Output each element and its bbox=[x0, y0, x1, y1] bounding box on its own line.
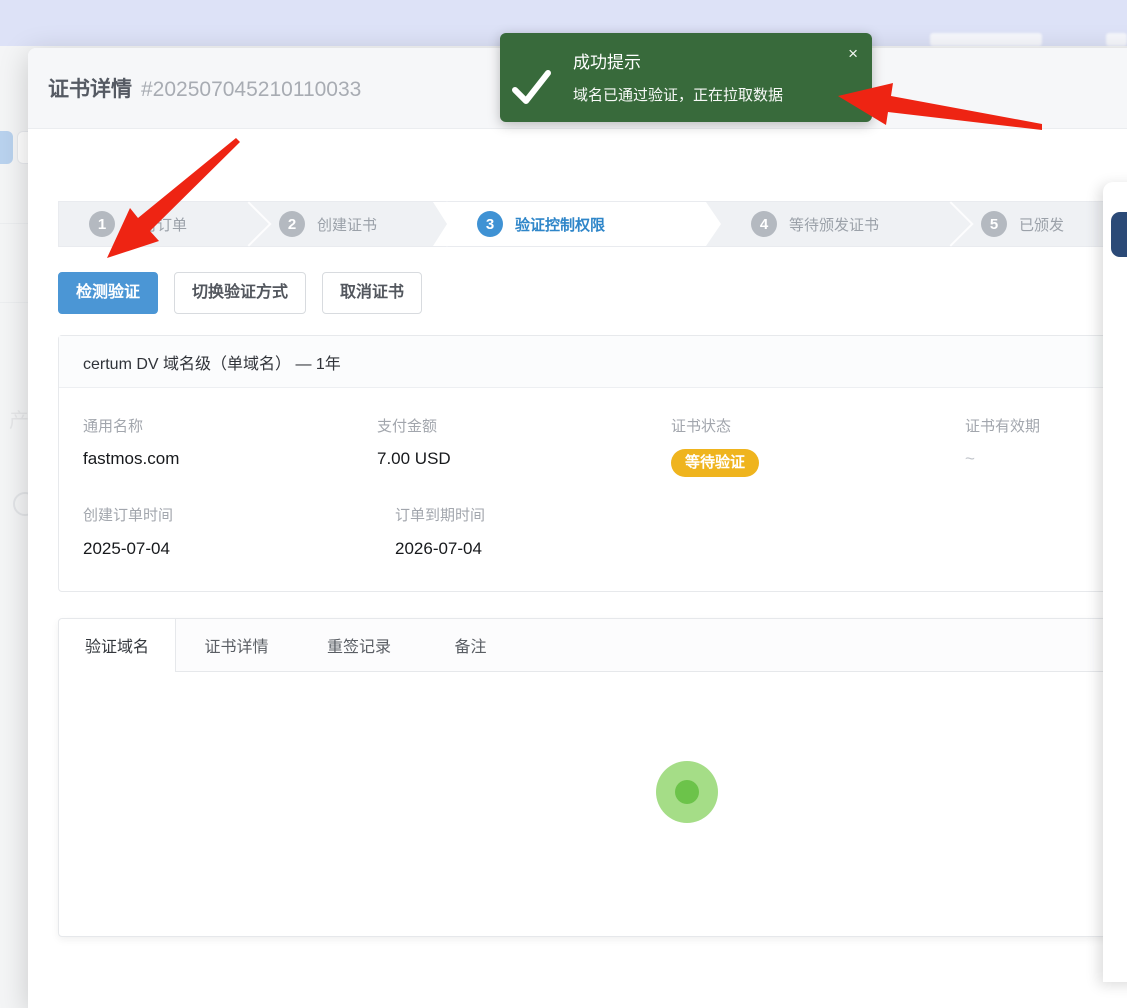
step-pay-order: 1 支付订单 bbox=[59, 202, 249, 246]
obscured-header-text bbox=[1106, 33, 1127, 46]
field-cert-status: 证书状态 等待验证 bbox=[671, 418, 965, 477]
side-panel bbox=[1103, 182, 1127, 982]
field-row: 通用名称 fastmos.com 支付金额 7.00 USD 证书状态 等待验证 bbox=[83, 418, 1127, 477]
step-label: 支付订单 bbox=[127, 214, 187, 235]
certificate-info-card: certum DV 域名级（单域名） — 1年 通用名称 fastmos.com… bbox=[58, 335, 1127, 592]
certificate-detail-modal: 证书详情 #202507045210110033 1 支付订单 2 创建证书 3 … bbox=[28, 48, 1127, 1008]
page-title: 证书详情 #202507045210110033 bbox=[48, 73, 361, 103]
order-number: #202507045210110033 bbox=[141, 78, 361, 101]
step-label: 等待颁发证书 bbox=[789, 214, 879, 235]
side-panel-button[interactable] bbox=[1111, 212, 1127, 257]
certificate-fields: 通用名称 fastmos.com 支付金额 7.00 USD 证书状态 等待验证 bbox=[59, 388, 1127, 591]
step-number-badge: 4 bbox=[751, 211, 777, 237]
step-number-badge: 1 bbox=[89, 211, 115, 237]
action-bar: 检测验证 切换验证方式 取消证书 bbox=[58, 272, 1127, 314]
step-wait-issue: 4 等待颁发证书 bbox=[721, 202, 951, 246]
status-badge: 等待验证 bbox=[671, 449, 759, 477]
loading-spinner bbox=[656, 761, 718, 823]
product-title: certum DV 域名级（单域名） — 1年 bbox=[59, 336, 1127, 388]
field-value: 2026-07-04 bbox=[395, 539, 707, 559]
background-text-fragment: 产 bbox=[9, 404, 29, 433]
field-common-name: 通用名称 fastmos.com bbox=[83, 418, 377, 477]
step-number-badge: 3 bbox=[477, 211, 503, 237]
tab-cert-details[interactable]: 证书详情 bbox=[176, 619, 297, 671]
cancel-certificate-button[interactable]: 取消证书 bbox=[322, 272, 422, 314]
field-value: 等待验证 bbox=[671, 449, 965, 477]
progress-stepper: 1 支付订单 2 创建证书 3 验证控制权限 4 等待颁发证书 5 已颁发 bbox=[58, 201, 1127, 247]
tab-content-loading bbox=[59, 672, 1127, 936]
field-label: 证书状态 bbox=[671, 418, 965, 435]
step-verify-control: 3 验证控制权限 bbox=[433, 202, 721, 246]
check-validation-button[interactable]: 检测验证 bbox=[58, 272, 158, 314]
switch-validation-method-button[interactable]: 切换验证方式 bbox=[174, 272, 306, 314]
modal-body: 1 支付订单 2 创建证书 3 验证控制权限 4 等待颁发证书 5 已颁发 bbox=[28, 129, 1127, 937]
step-label: 创建证书 bbox=[317, 214, 377, 235]
step-label: 验证控制权限 bbox=[515, 214, 605, 235]
background-divider bbox=[0, 223, 28, 224]
step-number-badge: 5 bbox=[981, 211, 1007, 237]
detail-tabs-card: 验证域名 证书详情 重签记录 备注 bbox=[58, 618, 1127, 937]
check-icon bbox=[510, 66, 553, 108]
background-artifact bbox=[0, 131, 13, 164]
loading-spinner-dot bbox=[675, 780, 699, 804]
step-create-cert: 2 创建证书 bbox=[249, 202, 447, 246]
toast-message: 域名已通过验证，正在拉取数据 bbox=[573, 84, 783, 105]
field-value: fastmos.com bbox=[83, 449, 377, 469]
step-issued: 5 已颁发 bbox=[951, 202, 1127, 246]
tab-verify-domain[interactable]: 验证域名 bbox=[59, 619, 176, 672]
field-label: 订单到期时间 bbox=[395, 507, 707, 524]
field-value: 2025-07-04 bbox=[83, 539, 395, 559]
field-payment-amount: 支付金额 7.00 USD bbox=[377, 418, 671, 477]
background-divider bbox=[0, 302, 28, 303]
field-row: 创建订单时间 2025-07-04 订单到期时间 2026-07-04 bbox=[83, 507, 1127, 559]
field-label: 支付金额 bbox=[377, 418, 671, 435]
tab-resign-records[interactable]: 重签记录 bbox=[297, 619, 421, 671]
field-label: 通用名称 bbox=[83, 418, 377, 435]
field-order-expires: 订单到期时间 2026-07-04 bbox=[395, 507, 707, 559]
toast-title: 成功提示 bbox=[573, 48, 641, 73]
close-icon[interactable]: × bbox=[848, 45, 858, 62]
modal-title-text: 证书详情 bbox=[48, 78, 132, 101]
obscured-header-text bbox=[930, 33, 1042, 46]
tab-notes[interactable]: 备注 bbox=[421, 619, 520, 671]
step-number-badge: 2 bbox=[279, 211, 305, 237]
success-toast: 成功提示 域名已通过验证，正在拉取数据 × bbox=[500, 33, 872, 122]
tab-bar: 验证域名 证书详情 重签记录 备注 bbox=[59, 619, 1127, 672]
field-value: 7.00 USD bbox=[377, 449, 671, 469]
step-label: 已颁发 bbox=[1019, 214, 1064, 235]
field-order-created: 创建订单时间 2025-07-04 bbox=[83, 507, 395, 559]
field-label: 创建订单时间 bbox=[83, 507, 395, 524]
